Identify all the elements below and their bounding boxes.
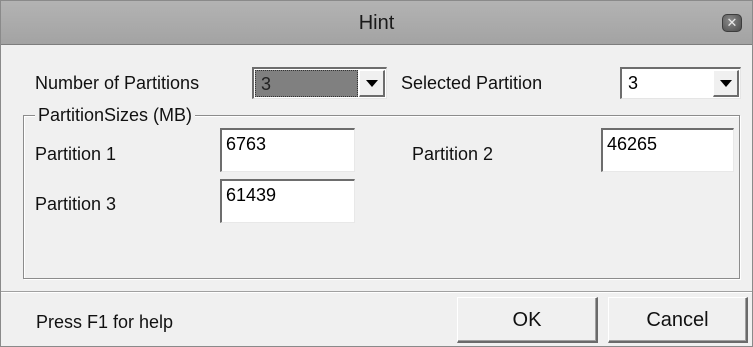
selected-partition-label: Selected Partition bbox=[401, 73, 543, 93]
ok-button[interactable]: OK bbox=[457, 297, 598, 343]
number-of-partitions-label: Number of Partitions bbox=[35, 73, 200, 93]
window-title: Hint bbox=[358, 12, 395, 34]
partition-2-size-input[interactable]: 46265 bbox=[601, 128, 734, 172]
footer-separator bbox=[1, 291, 752, 293]
number-of-partitions-select[interactable]: 3 bbox=[252, 67, 387, 99]
close-icon[interactable]: ✕ bbox=[722, 14, 742, 32]
partition-3-label: Partition 3 bbox=[35, 194, 117, 214]
partition-sizes-legend: PartitionSizes (MB) bbox=[35, 105, 196, 126]
partition-1-size-input[interactable]: 6763 bbox=[220, 128, 355, 172]
cancel-button[interactable]: Cancel bbox=[608, 297, 748, 343]
title-bar[interactable]: Hint ✕ bbox=[1, 1, 752, 45]
selected-partition-select[interactable]: 3 bbox=[620, 67, 741, 99]
partition-3-size-input[interactable]: 61439 bbox=[220, 179, 355, 223]
selected-partition-value: 3 bbox=[628, 73, 639, 93]
chevron-down-icon[interactable] bbox=[713, 70, 739, 97]
hint-dialog: Hint ✕ Number of Partitions 3 Selected P… bbox=[0, 0, 753, 347]
help-text: Press F1 for help bbox=[36, 312, 174, 332]
number-of-partitions-value: 3 bbox=[255, 70, 358, 97]
partition-2-label: Partition 2 bbox=[412, 144, 494, 164]
chevron-down-icon[interactable] bbox=[359, 70, 385, 97]
partition-1-label: Partition 1 bbox=[35, 144, 117, 164]
